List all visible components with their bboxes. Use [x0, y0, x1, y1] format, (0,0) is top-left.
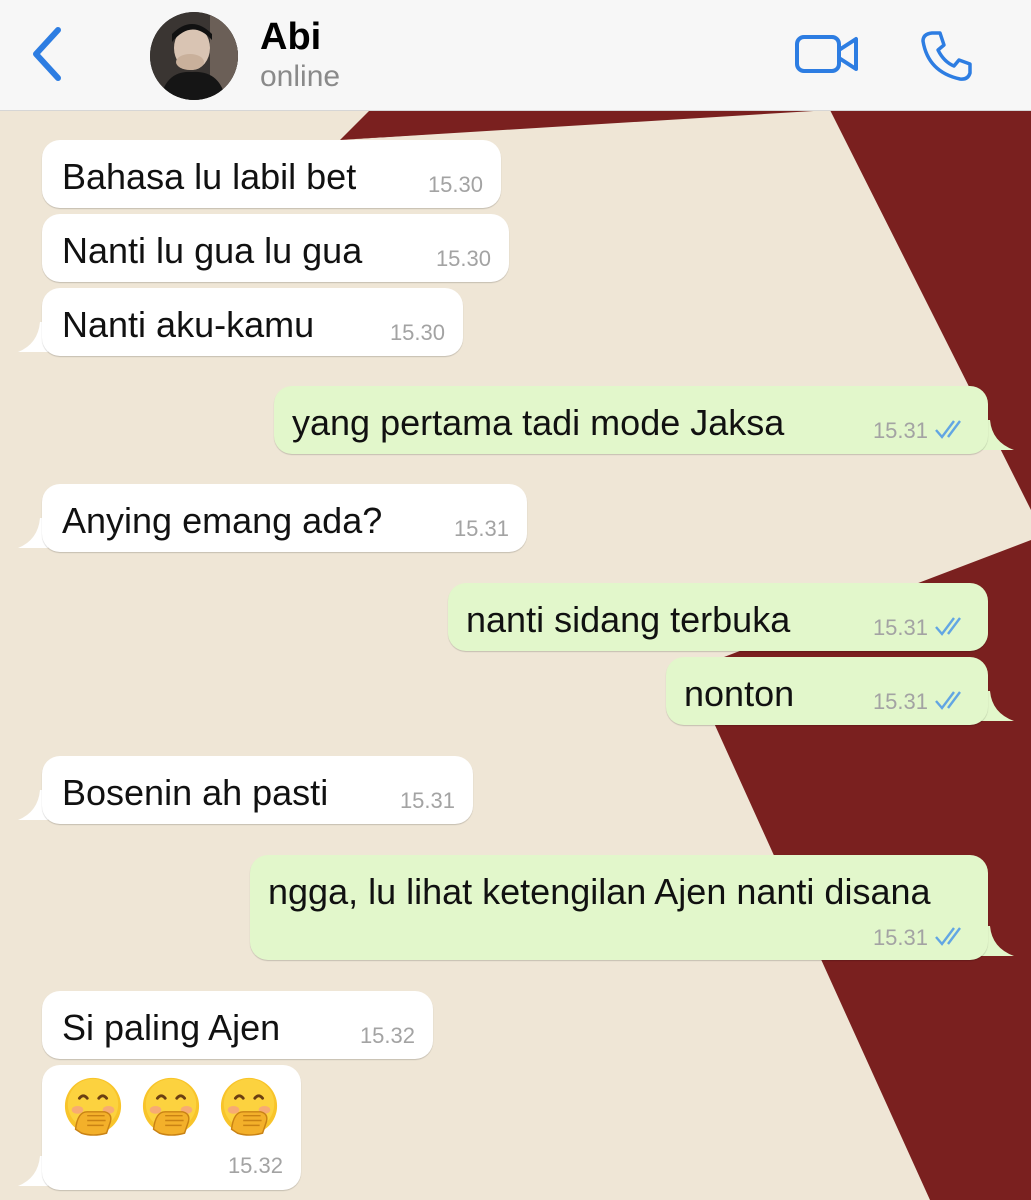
message-text: Bahasa lu labil bet	[62, 156, 357, 197]
chat-header: Abi online	[0, 0, 1031, 111]
face-with-hand-over-mouth-emoji	[220, 1077, 278, 1136]
contact-status: online	[260, 60, 341, 93]
message-bubble-incoming[interactable]: Nanti lu gua lu gua 15.30	[42, 214, 509, 282]
message-text: Si paling Ajen	[62, 1007, 281, 1048]
double-check-icon	[935, 617, 961, 636]
double-check-icon	[935, 691, 961, 710]
video-call-button[interactable]	[794, 30, 860, 83]
message-text: nanti sidang terbuka	[466, 599, 791, 640]
double-check-icon	[935, 927, 961, 946]
message-time: 15.31	[872, 925, 928, 950]
message-bubble-incoming[interactable]: Nanti aku-kamu 15.30	[42, 288, 463, 356]
message-time: 15.30	[427, 172, 483, 197]
message-text: nonton	[684, 673, 795, 714]
emoji-row	[62, 1075, 280, 1137]
message-bubble-incoming[interactable]: Bahasa lu labil bet 15.30	[42, 140, 501, 208]
message-text: Nanti aku-kamu	[62, 304, 315, 345]
voice-call-button[interactable]	[918, 28, 974, 89]
phone-icon	[921, 31, 972, 81]
message-time: 15.32	[227, 1153, 283, 1178]
message-bubble-incoming[interactable]: 🤭 🤭 🤭	[42, 1065, 301, 1190]
message-bubble-outgoing[interactable]: yang pertama tadi mode Jaksa 15.31	[274, 386, 988, 454]
face-with-hand-over-mouth-emoji	[142, 1077, 200, 1136]
message-time: 15.31	[399, 788, 455, 813]
face-with-hand-over-mouth-emoji	[64, 1077, 122, 1136]
message-bubble-outgoing[interactable]: nanti sidang terbuka 15.31	[448, 583, 988, 651]
message-text: Anying emang ada?	[62, 500, 383, 541]
message-time: 15.32	[359, 1023, 415, 1048]
message-time: 15.31	[872, 418, 928, 443]
message-text: Nanti lu gua lu gua	[62, 230, 363, 271]
message-bubble-incoming[interactable]: Si paling Ajen 15.32	[42, 991, 433, 1059]
message-bubble-incoming[interactable]: Anying emang ada? 15.31	[42, 484, 527, 552]
message-time: 15.30	[435, 246, 491, 271]
contact-name[interactable]: Abi	[260, 16, 321, 59]
message-text: Bosenin ah pasti	[62, 772, 329, 813]
message-text: ngga, lu lihat ketengilan Ajen nanti dis…	[268, 871, 931, 912]
message-text: yang pertama tadi mode Jaksa	[292, 402, 785, 443]
message-bubble-outgoing[interactable]: nonton 15.31	[666, 657, 988, 725]
back-button[interactable]	[26, 24, 72, 84]
video-camera-icon	[795, 35, 858, 73]
message-bubble-incoming[interactable]: Bosenin ah pasti 15.31	[42, 756, 473, 824]
message-list[interactable]: Bahasa lu labil bet 15.30 Nanti lu gua l…	[0, 110, 1031, 1200]
double-check-icon	[935, 420, 961, 439]
message-time: 15.31	[872, 615, 928, 640]
avatar[interactable]	[150, 12, 238, 100]
message-time: 15.30	[389, 320, 445, 345]
message-bubble-outgoing[interactable]: ngga, lu lihat ketengilan Ajen nanti dis…	[250, 855, 988, 960]
chevron-left-icon	[33, 27, 61, 81]
message-time: 15.31	[453, 516, 509, 541]
message-time: 15.31	[872, 689, 928, 714]
